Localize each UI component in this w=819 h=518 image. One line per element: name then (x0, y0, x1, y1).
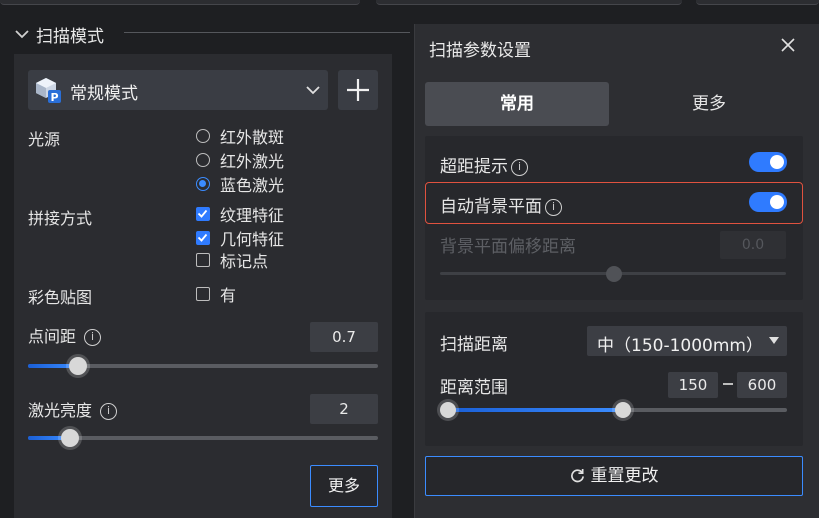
plus-icon (347, 79, 369, 101)
top-fragments (0, 0, 819, 6)
light-option-ir-speckle[interactable]: 红外散斑 (196, 125, 284, 147)
more-button[interactable]: 更多 (310, 465, 378, 507)
stitch-option-markers[interactable]: 标记点 (196, 249, 268, 271)
dialog-title: 扫描参数设置 (429, 41, 531, 61)
option-label: 红外散斑 (220, 128, 285, 147)
over-distance-text: 超距提示 (440, 157, 508, 177)
scan-distance-value: 中（150-1000mm） (597, 336, 763, 356)
laser-brightness-slider[interactable] (28, 429, 378, 447)
tab-common[interactable]: 常用 (425, 82, 609, 126)
scan-mode-header[interactable]: 扫描模式 (0, 20, 410, 48)
range-dash (723, 383, 733, 385)
radio-button[interactable] (196, 153, 210, 167)
option-label: 纹理特征 (220, 206, 285, 225)
point-spacing-text: 点间距 (28, 327, 77, 346)
chevron-down-icon (15, 30, 29, 39)
radio-button[interactable] (196, 129, 210, 143)
scan-distance-label: 扫描距离 (440, 335, 508, 355)
caret-down-icon (769, 337, 779, 344)
range-min-input[interactable]: 150 (668, 372, 718, 398)
mode-label: 常规模式 (70, 84, 138, 104)
auto-background-label: 自动背景平面 i (440, 192, 562, 217)
option-label: 标记点 (220, 252, 269, 271)
light-source-label: 光源 (28, 130, 61, 149)
section-title: 扫描模式 (36, 27, 104, 47)
stitch-mode-label: 拼接方式 (28, 209, 93, 228)
point-spacing-label: 点间距 i (28, 323, 102, 347)
close-icon[interactable] (781, 38, 795, 52)
tab-more[interactable]: 更多 (617, 82, 801, 126)
info-icon[interactable]: i (100, 403, 118, 420)
reset-label: 重置更改 (590, 466, 659, 486)
scan-params-dialog: 扫描参数设置 常用 更多 超距提示 i 自动背景平面 i 背景平面偏移距离 0.0 … (414, 24, 819, 518)
slider-thumb (606, 266, 622, 282)
laser-brightness-value[interactable]: 2 (310, 394, 378, 424)
range-low-thumb[interactable] (440, 402, 456, 418)
info-icon[interactable]: i (84, 329, 102, 346)
scan-distance-select[interactable]: 中（150-1000mm） (587, 326, 787, 356)
svg-text:P: P (50, 91, 58, 104)
auto-background-toggle[interactable] (749, 192, 787, 212)
over-distance-label: 超距提示 i (440, 152, 528, 177)
stitch-option-geometry[interactable]: 几何特征 (196, 227, 284, 249)
light-option-blue-laser[interactable]: 蓝色激光 (196, 173, 284, 195)
option-label: 红外激光 (220, 152, 285, 171)
laser-brightness-text: 激光亮度 (28, 401, 93, 420)
stitch-option-texture[interactable]: 纹理特征 (196, 203, 284, 225)
color-texture-option[interactable]: 有 (196, 283, 236, 305)
divider (124, 32, 410, 33)
slider-fill (447, 408, 623, 412)
over-distance-toggle[interactable] (749, 152, 787, 172)
info-icon[interactable]: i (545, 198, 562, 216)
checkbox[interactable] (196, 253, 210, 267)
checkbox[interactable] (196, 207, 210, 221)
background-offset-slider (440, 266, 786, 282)
point-spacing-value[interactable]: 0.7 (310, 322, 378, 352)
auto-background-text: 自动背景平面 (440, 197, 542, 217)
laser-brightness-label: 激光亮度 i (28, 397, 118, 421)
background-offset-label: 背景平面偏移距离 (440, 237, 576, 257)
option-label: 蓝色激光 (220, 176, 285, 195)
slider-thumb[interactable] (69, 357, 87, 375)
distance-range-label: 距离范围 (440, 378, 508, 398)
option-label: 有 (220, 286, 237, 305)
add-mode-button[interactable] (338, 70, 378, 110)
mode-select[interactable]: P 常规模式 (28, 70, 328, 110)
tab-bar: 常用 更多 (425, 82, 801, 126)
range-max-input[interactable]: 600 (737, 372, 787, 398)
refresh-icon (570, 468, 584, 483)
checkbox[interactable] (196, 231, 210, 245)
option-label: 几何特征 (220, 230, 285, 249)
range-high-thumb[interactable] (615, 402, 631, 418)
radio-button[interactable] (196, 177, 210, 191)
background-offset-value: 0.0 (720, 231, 786, 259)
color-texture-label: 彩色贴图 (28, 288, 93, 307)
distance-range-slider[interactable] (440, 402, 787, 418)
cube-p-icon: P (36, 78, 61, 104)
point-spacing-slider[interactable] (28, 357, 378, 375)
info-icon[interactable]: i (511, 158, 528, 176)
checkbox[interactable] (196, 287, 210, 301)
chevron-down-icon (306, 86, 320, 95)
light-option-ir-laser[interactable]: 红外激光 (196, 149, 284, 171)
reset-changes-button[interactable]: 重置更改 (425, 456, 803, 496)
slider-thumb[interactable] (61, 429, 79, 447)
